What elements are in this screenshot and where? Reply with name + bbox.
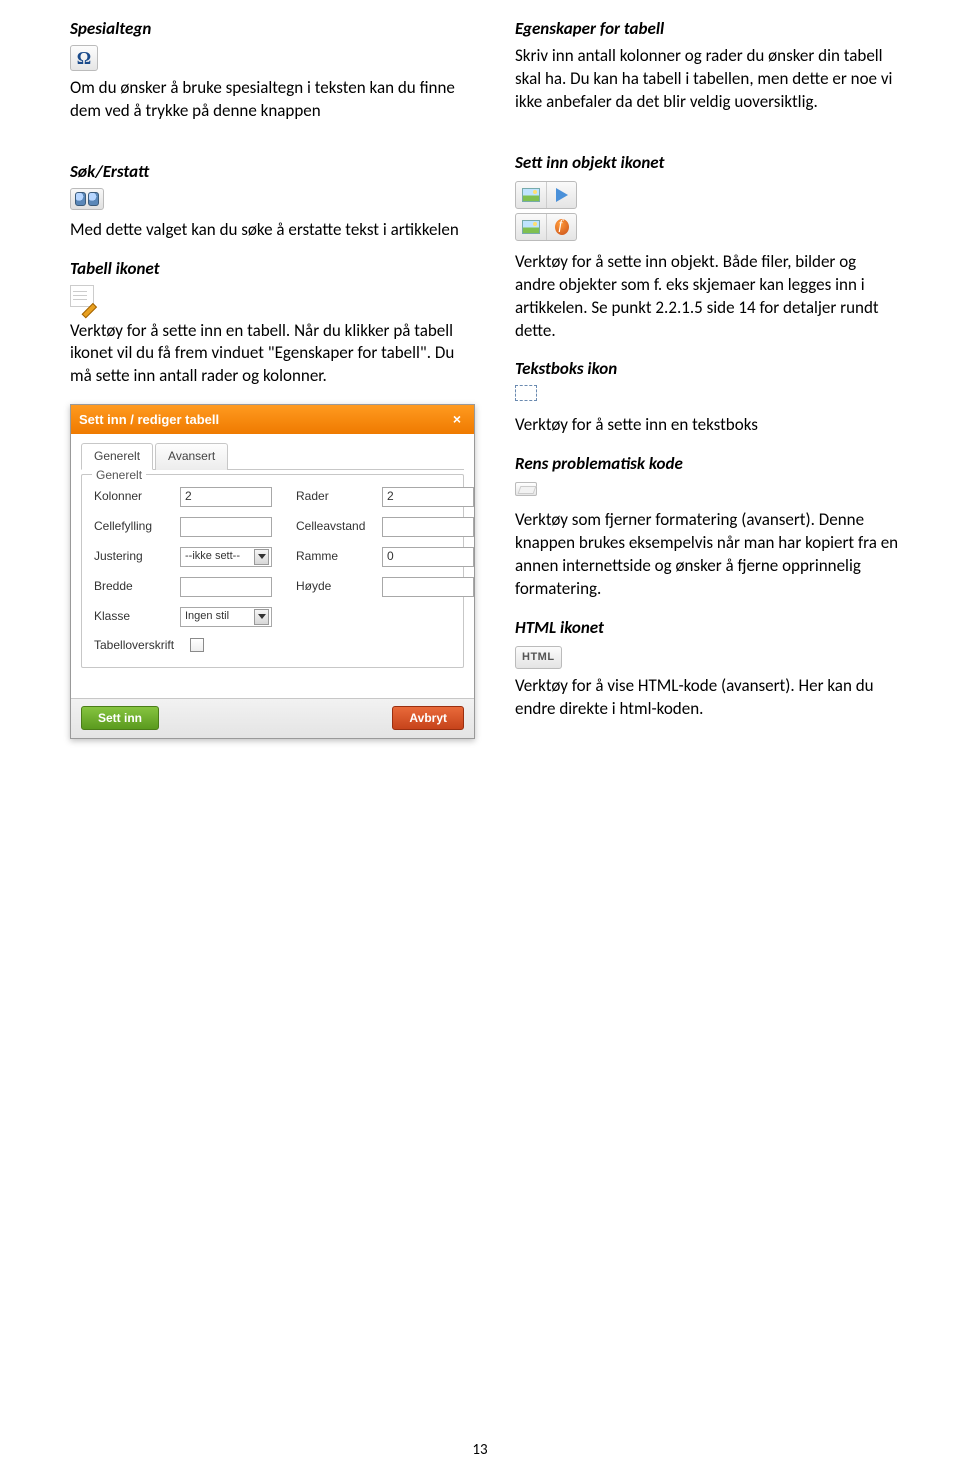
input-kolonner[interactable]: 2 [180,487,272,507]
para-spesialtegn: Om du ønsker å bruke spesialtegn i tekst… [70,77,475,123]
input-celleavstand[interactable] [382,517,474,537]
insert-image-icon[interactable] [516,182,546,208]
dialog-tabs: Generelt Avansert [81,442,464,469]
heading-sok-erstatt: Søk/Erstatt [70,161,475,184]
chevron-down-icon [254,609,269,625]
label-kolonner: Kolonner [94,488,174,504]
heading-sett-inn-objekt: Sett inn objekt ikonet [515,152,900,175]
checkbox-tabelloverskrift[interactable] [190,638,204,652]
insert-image-icon-2[interactable] [516,214,546,240]
para-sett-inn-objekt: Verktøy for å sette inn objekt. Både fil… [515,251,900,343]
para-html-ikonet: Verktøy for å vise HTML-kode (avansert).… [515,675,900,721]
insert-media-icon[interactable] [546,182,576,208]
heading-spesialtegn: Spesialtegn [70,18,475,41]
dialog-titlebar: Sett inn / rediger tabell × [71,405,474,434]
select-klasse[interactable]: Ingen stil [180,607,272,627]
select-justering-value: --ikke sett-- [185,549,240,564]
input-rader[interactable]: 2 [382,487,474,507]
tab-avansert[interactable]: Avansert [155,443,228,469]
heading-html-ikonet: HTML ikonet [515,617,900,640]
input-cellefylling[interactable] [180,517,272,537]
page-number: 13 [0,1440,960,1460]
insert-flash-icon[interactable] [546,214,576,240]
fieldset-legend: Generelt [92,467,146,483]
binoculars-lens-icon [88,192,99,206]
insert-object-toolbar-2 [515,213,577,241]
heading-egenskaper-tabell: Egenskaper for tabell [515,18,900,41]
label-justering: Justering [94,548,174,564]
para-egenskaper-tabell: Skriv inn antall kolonner og rader du øn… [515,45,900,114]
fieldset-generelt: Generelt Kolonner 2 Rader 2 Cellefylling… [81,474,464,668]
label-hoyde: Høyde [296,578,376,594]
label-klasse: Klasse [94,608,174,624]
binoculars-icon[interactable] [70,188,104,210]
textbox-icon[interactable] [515,385,537,401]
label-celleavstand: Celleavstand [296,518,376,534]
close-icon[interactable]: × [448,411,466,429]
insert-object-toolbar [515,181,577,209]
para-sok-erstatt: Med dette valget kan du søke å erstatte … [70,219,475,242]
omega-icon[interactable]: Ω [70,45,98,71]
insert-table-icon[interactable] [70,285,94,307]
insert-button[interactable]: Sett inn [81,706,159,730]
dialog-footer: Sett inn Avbryt [71,698,474,738]
cancel-button[interactable]: Avbryt [392,706,464,730]
binoculars-lens-icon [75,192,86,206]
html-icon[interactable]: HTML [515,646,562,669]
para-rens-kode: Verktøy som fjerner formatering (avanser… [515,509,900,601]
select-klasse-value: Ingen stil [185,609,229,624]
chevron-down-icon [254,549,269,565]
eraser-icon[interactable] [515,482,537,496]
input-hoyde[interactable] [382,577,474,597]
heading-rens-kode: Rens problematisk kode [515,453,900,476]
dialog-title-text: Sett inn / rediger tabell [79,411,219,429]
label-ramme: Ramme [296,548,376,564]
label-tabelloverskrift: Tabelloverskrift [94,637,180,653]
select-justering[interactable]: --ikke sett-- [180,547,272,567]
label-rader: Rader [296,488,376,504]
label-bredde: Bredde [94,578,174,594]
input-ramme[interactable]: 0 [382,547,474,567]
heading-tekstboks: Tekstboks ikon [515,358,900,381]
para-tekstboks: Verktøy for å sette inn en tekstboks [515,414,900,437]
heading-tabell-ikonet: Tabell ikonet [70,258,475,281]
para-tabell-ikonet: Verktøy for å sette inn en tabell. Når d… [70,320,475,389]
input-bredde[interactable] [180,577,272,597]
table-properties-dialog: Sett inn / rediger tabell × Generelt Ava… [70,404,475,738]
label-cellefylling: Cellefylling [94,518,174,534]
